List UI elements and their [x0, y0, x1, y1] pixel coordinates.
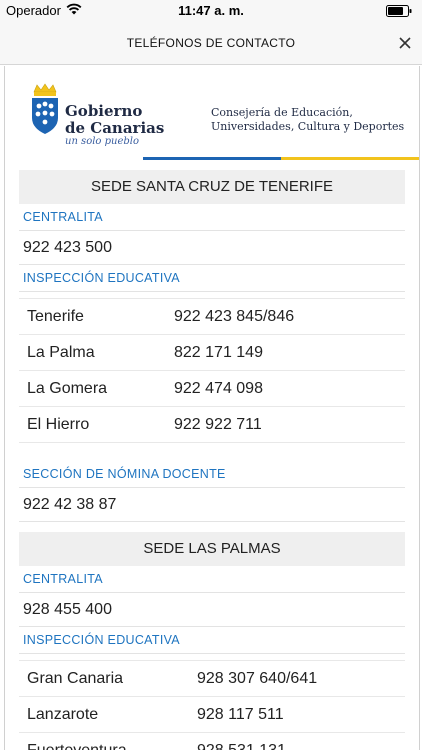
island-phone-link[interactable]: 928 117 511 [197, 697, 284, 732]
nomina-phone-link[interactable]: 922 42 38 87 [19, 488, 405, 522]
island-phone-link[interactable]: 928 531 131 [197, 733, 286, 750]
centralita-heading: CENTRALITA [19, 204, 405, 231]
island-phone-link[interactable]: 922 922 711 [174, 407, 262, 442]
inspeccion-phone-table: Tenerife 922 423 845/846 La Palma 822 17… [19, 292, 405, 461]
inspeccion-heading: INSPECCIÓN EDUCATIVA [19, 627, 405, 654]
header-divider-blue [143, 157, 281, 160]
page-title: TELÉFONOS DE CONTACTO [126, 36, 296, 50]
island-name: Gran Canaria [27, 670, 124, 687]
inspeccion-heading: INSPECCIÓN EDUCATIVA [19, 265, 405, 292]
gobierno-canarias-emblem-icon [29, 82, 61, 143]
centralita-phone-link[interactable]: 922 423 500 [19, 231, 405, 265]
section-title-tenerife: SEDE SANTA CRUZ DE TENERIFE [19, 170, 405, 204]
island-name: Lanzarote [27, 706, 99, 723]
island-phone-link[interactable]: 822 171 149 [174, 335, 263, 370]
inspeccion-phone-table: Gran Canaria 928 307 640/641 Lanzarote 9… [19, 654, 405, 750]
nav-bar: TELÉFONOS DE CONTACTO [0, 22, 422, 65]
nomina-heading: SECCIÓN DE NÓMINA DOCENTE [19, 461, 405, 488]
gov-tagline: un solo pueblo [65, 136, 139, 147]
consejeria-line2: Universidades, Cultura y Deportes [211, 120, 405, 133]
logo-header: Gobierno de Canarias un solo pueblo Cons… [5, 66, 419, 160]
status-time: 11:47 a. m. [178, 3, 244, 18]
island-phone-link[interactable]: 928 307 640/641 [197, 661, 317, 696]
island-name: La Gomera [27, 380, 108, 397]
island-phone-link[interactable]: 922 474 098 [174, 371, 263, 406]
header-divider-yellow [281, 157, 419, 160]
close-button[interactable] [396, 34, 414, 52]
island-name: Fuerteventura [27, 733, 127, 750]
table-row[interactable]: Lanzarote 928 117 511 [19, 697, 405, 733]
gov-name-line1: Gobierno [65, 102, 143, 120]
island-name: La Palma [27, 344, 95, 361]
section-title-las-palmas: SEDE LAS PALMAS [19, 532, 405, 566]
table-row[interactable]: El Hierro 922 922 711 [19, 407, 405, 443]
centralita-heading: CENTRALITA [19, 566, 405, 593]
gov-name-line2: de Canarias [65, 119, 165, 137]
consejeria-line1: Consejería de Educación, [211, 106, 353, 119]
table-row[interactable]: Tenerife 922 423 845/846 [19, 299, 405, 335]
island-name: Tenerife [27, 308, 84, 325]
battery-icon [386, 5, 412, 20]
table-row[interactable]: La Palma 822 171 149 [19, 335, 405, 371]
table-row[interactable]: Fuerteventura 928 531 131 [19, 733, 405, 750]
close-icon [399, 37, 411, 49]
contact-content[interactable]: Gobierno de Canarias un solo pueblo Cons… [4, 66, 420, 750]
island-phone-link[interactable]: 922 423 845/846 [174, 299, 294, 334]
island-name: El Hierro [27, 416, 90, 433]
table-row[interactable]: Gran Canaria 928 307 640/641 [19, 661, 405, 697]
status-bar: Operador 11:47 a. m. [0, 0, 422, 22]
table-row[interactable]: La Gomera 922 474 098 [19, 371, 405, 407]
centralita-phone-link[interactable]: 928 455 400 [19, 593, 405, 627]
